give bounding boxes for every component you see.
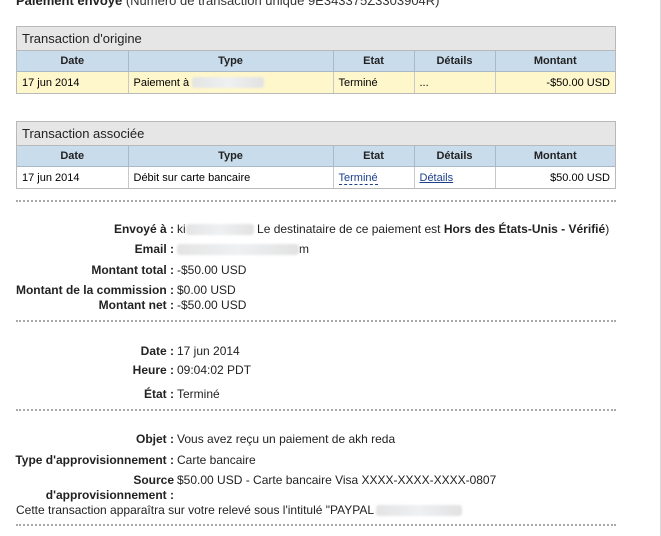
related-transaction-table: Date Type Etat Détails Montant 17 jun 20… bbox=[17, 146, 615, 188]
statement-note: Cette transaction apparaîtra sur votre r… bbox=[16, 503, 463, 517]
table-header-row: Date Type Etat Détails Montant bbox=[17, 51, 615, 72]
total-value: -$50.00 USD bbox=[177, 263, 247, 277]
fee-value: $0.00 USD bbox=[177, 283, 236, 297]
date-row: Date : 17 jun 2014 bbox=[16, 343, 626, 359]
cell-type: Débit sur carte bancaire bbox=[128, 166, 334, 188]
details-link[interactable]: Détails bbox=[420, 172, 454, 184]
col-montant: Montant bbox=[495, 146, 615, 167]
email-row: Email : m bbox=[16, 241, 626, 257]
cell-montant: -$50.00 USD bbox=[495, 71, 615, 93]
statement-note-text: Cette transaction apparaîtra sur votre r… bbox=[16, 503, 375, 517]
object-row: Objet : Vous avez reçu un paiement de ak… bbox=[16, 431, 626, 447]
email-value: m bbox=[177, 241, 309, 257]
funding-source-value: $50.00 USD - Carte bancaire Visa XXXX-XX… bbox=[177, 473, 497, 487]
object-value: Vous avez reçu un paiement de akh reda bbox=[177, 432, 396, 446]
email-label: Email : bbox=[134, 242, 174, 256]
cell-date: 17 jun 2014 bbox=[17, 71, 129, 93]
net-row: Montant net : -$50.00 USD bbox=[16, 297, 626, 313]
funding-source-label-2: d'approvisionnement : bbox=[45, 488, 174, 502]
cell-etat: Terminé bbox=[333, 166, 415, 188]
redacted-email bbox=[177, 244, 299, 256]
divider bbox=[16, 320, 616, 322]
funding-source-label-1: Source bbox=[133, 473, 174, 487]
related-transaction-panel: Transaction associée Date Type Etat Déta… bbox=[16, 121, 616, 189]
status-link[interactable]: Terminé bbox=[338, 171, 378, 185]
sent-to-status: Hors des États-Unis - Vérifié bbox=[443, 222, 606, 236]
sent-to-prefix: ki bbox=[177, 222, 186, 236]
col-montant: Montant bbox=[495, 51, 615, 72]
time-row: Heure : 09:04:02 PDT bbox=[16, 362, 626, 378]
redacted-name bbox=[185, 224, 254, 236]
origin-transaction-panel: Transaction d'origine Date Type Etat Dét… bbox=[16, 26, 616, 94]
sent-to-label: Envoyé à : bbox=[113, 222, 174, 236]
table-row: 17 jun 2014 Paiement à Terminé ... -$50.… bbox=[17, 71, 615, 93]
col-date: Date bbox=[17, 146, 129, 167]
email-suffix: m bbox=[299, 242, 309, 256]
divider bbox=[16, 200, 616, 202]
funding-source-row: Source $50.00 USD - Carte bancaire Visa … bbox=[16, 472, 626, 488]
funding-type-label: Type d'approvisionnement : bbox=[15, 453, 174, 467]
state-value: Terminé bbox=[177, 387, 220, 401]
cell-date: 17 jun 2014 bbox=[17, 166, 129, 188]
cell-details: ... bbox=[414, 71, 496, 93]
total-label: Montant total : bbox=[91, 263, 174, 277]
page-header: Paiement envoyé (Numéro de transaction u… bbox=[0, 0, 661, 9]
cell-montant: $50.00 USD bbox=[550, 171, 610, 184]
col-details: Détails bbox=[414, 51, 496, 72]
cell-type-text: Paiement à bbox=[133, 76, 190, 89]
col-type: Type bbox=[128, 51, 334, 72]
time-label: Heure : bbox=[132, 363, 174, 377]
transaction-id: (Numéro de transaction unique 9E343375Z3… bbox=[125, 0, 440, 8]
col-details: Détails bbox=[414, 146, 496, 167]
funding-type-row: Type d'approvisionnement : Carte bancair… bbox=[15, 452, 626, 468]
state-row: État : Terminé bbox=[16, 386, 626, 402]
cell-etat: Terminé bbox=[333, 71, 415, 93]
redacted-recipient bbox=[192, 77, 265, 89]
table-row: 17 jun 2014 Débit sur carte bancaire Ter… bbox=[17, 166, 615, 188]
origin-transaction-title: Transaction d'origine bbox=[17, 27, 615, 51]
total-row: Montant total : -$50.00 USD bbox=[16, 262, 626, 278]
funding-source-row-2: d'approvisionnement : bbox=[16, 487, 626, 503]
table-header-row: Date Type Etat Détails Montant bbox=[17, 146, 615, 167]
fee-row: Montant de la commission : $0.00 USD bbox=[16, 282, 626, 298]
page-title: Paiement envoyé bbox=[16, 0, 123, 8]
net-value: -$50.00 USD bbox=[177, 298, 247, 312]
time-value: 09:04:02 PDT bbox=[177, 363, 252, 377]
funding-type-value: Carte bancaire bbox=[177, 453, 256, 467]
object-label: Objet : bbox=[136, 432, 174, 446]
cell-details: Détails bbox=[414, 166, 496, 188]
related-transaction-title: Transaction associée bbox=[17, 122, 615, 146]
date-value: 17 jun 2014 bbox=[177, 344, 240, 358]
col-date: Date bbox=[17, 51, 129, 72]
fee-label: Montant de la commission : bbox=[15, 283, 174, 297]
date-label: Date : bbox=[140, 344, 174, 358]
col-etat: Etat bbox=[333, 146, 415, 167]
net-label: Montant net : bbox=[98, 298, 174, 312]
col-type: Type bbox=[128, 146, 334, 167]
sent-to-row: Envoyé à : ki Le destinataire de ce paie… bbox=[16, 221, 626, 237]
origin-transaction-table: Date Type Etat Détails Montant 17 jun 20… bbox=[17, 51, 615, 93]
cell-type: Paiement à bbox=[128, 71, 334, 93]
state-label: État : bbox=[144, 387, 174, 401]
redacted-descriptor bbox=[376, 505, 463, 517]
col-etat: Etat bbox=[333, 51, 415, 72]
divider bbox=[16, 409, 616, 411]
sent-to-note: Le destinataire de ce paiement est bbox=[257, 222, 441, 236]
divider bbox=[16, 524, 616, 526]
sent-to-value: ki Le destinataire de ce paiement est Ho… bbox=[177, 222, 610, 236]
